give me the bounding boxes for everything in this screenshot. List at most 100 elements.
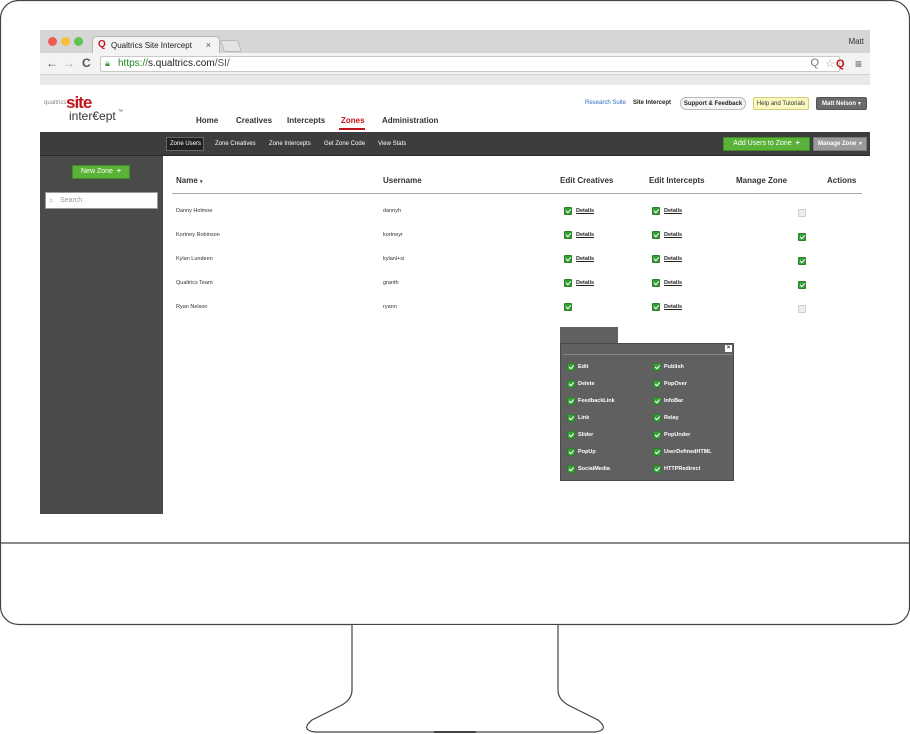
forward-icon[interactable]: → [63,57,75,69]
nav-intercepts[interactable]: Intercepts [287,116,325,125]
manage-zone-checkbox[interactable] [798,209,806,217]
browser-menu-icon[interactable]: ≡ [855,57,862,71]
permission-label: Delete [578,381,595,387]
edit-intercepts-details-link[interactable]: Details [664,280,682,286]
url-path: /SI/ [214,58,230,69]
column-header-name[interactable]: Name ▾ [176,176,203,185]
edit-creatives-details-link[interactable]: Details [576,304,594,310]
nav-administration[interactable]: Administration [382,116,438,125]
sidebar: New Zone + ⌕ Search [40,156,163,514]
browser-user-name[interactable]: Matt [848,37,864,46]
nav-zones[interactable]: Zones [341,116,365,125]
permission-checkbox[interactable] [567,414,575,422]
edit-creatives-checkbox[interactable] [564,255,572,263]
close-tab-icon[interactable]: × [206,40,211,50]
edit-intercepts-details-link[interactable]: Details [664,232,682,238]
edit-intercepts-details-link[interactable]: Details [664,208,682,214]
permission-checkbox[interactable] [567,448,575,456]
manage-zone-checkbox[interactable] [798,305,806,313]
close-window-icon[interactable] [48,37,57,46]
column-header-username[interactable]: Username [383,176,422,185]
edit-creatives-checkbox[interactable] [564,207,572,215]
user-menu-label: Matt Nelson [822,101,857,107]
permission-label: PopOver [664,381,687,387]
header-divider [172,193,862,194]
edit-creatives-details-link[interactable]: Details [576,208,594,214]
edit-intercepts-checkbox[interactable] [652,231,660,239]
qualtrics-favicon-icon: Q [98,39,106,50]
site-intercept-link[interactable]: Site Intercept [633,100,671,106]
column-header-edit-intercepts: Edit Intercepts [649,176,705,185]
plus-icon: + [795,140,800,147]
creative-permissions-popup: × Edit Delete FeedbackLink Link Slider PopUp S… [560,343,734,481]
qualtrics-extension-icon[interactable]: Q [836,58,845,70]
edit-intercepts-checkbox[interactable] [652,279,660,287]
nav-home[interactable]: Home [196,116,218,125]
user-name-cell: Kortney Robinson [176,232,220,238]
permission-checkbox[interactable] [567,431,575,439]
browser-tab-bar: Q Qualtrics Site Intercept × Matt [40,30,870,53]
maximize-window-icon[interactable] [74,37,83,46]
manage-zone-checkbox[interactable] [798,257,806,265]
tab-zone-users[interactable]: Zone Users [170,141,201,147]
username-cell: granth [383,280,399,286]
permission-label: Slider [578,432,594,438]
browser-tab[interactable]: Q Qualtrics Site Intercept × [92,36,220,53]
reload-icon[interactable]: C [82,57,91,69]
permission-checkbox[interactable] [653,431,661,439]
help-tutorials-button[interactable]: Help and Tutorials [753,97,809,110]
permission-checkbox[interactable] [567,465,575,473]
nav-creatives[interactable]: Creatives [236,116,272,125]
manage-zone-checkbox[interactable] [798,281,806,289]
edit-intercepts-details-link[interactable]: Details [664,256,682,262]
edit-intercepts-checkbox[interactable] [652,255,660,263]
edit-intercepts-checkbox[interactable] [652,207,660,215]
tab-zone-creatives[interactable]: Zone Creatives [215,141,256,147]
zone-users-table: Name ▾ Username Edit Creatives Edit Inte… [163,156,870,514]
bookmark-star-icon[interactable]: ☆ [825,57,835,70]
edit-creatives-details-link[interactable]: Details [576,256,594,262]
browser-toolbar: ← → C 🔒︎ https://s.qualtrics.com/SI/ Q ☆… [40,53,870,75]
back-icon[interactable]: ← [46,57,58,69]
permission-label: InfoBar [664,398,684,404]
close-popup-icon[interactable]: × [725,345,732,352]
site-intercept-logo[interactable]: qualtrics site inter€ept ™ [44,93,124,125]
permission-checkbox[interactable] [653,380,661,388]
manage-zone-button[interactable]: Manage Zone ▼ [813,137,867,151]
zone-search-input[interactable]: ⌕ Search [45,192,158,209]
edit-creatives-details-link[interactable]: Details [576,232,594,238]
username-cell: kylanl+si [383,256,405,262]
add-users-to-zone-button[interactable]: Add Users to Zone + [723,137,810,151]
minimize-window-icon[interactable] [61,37,70,46]
permission-checkbox[interactable] [653,448,661,456]
research-suite-link[interactable]: Research Suite [585,100,626,106]
tab-title: Qualtrics Site Intercept [111,41,192,50]
permission-checkbox[interactable] [653,397,661,405]
permission-checkbox[interactable] [567,363,575,371]
chevron-down-icon: ▼ [858,141,863,147]
permission-checkbox[interactable] [653,414,661,422]
manage-zone-checkbox[interactable] [798,233,806,241]
support-feedback-button[interactable]: Support & Feedback [680,97,746,110]
tab-view-stats[interactable]: View Stats [378,141,406,147]
url-host: s.qualtrics.com [148,58,215,69]
edit-creatives-checkbox[interactable] [564,231,572,239]
tab-zone-intercepts[interactable]: Zone Intercepts [269,141,311,147]
permission-checkbox[interactable] [653,465,661,473]
user-menu-button[interactable]: Matt Nelson ▼ [816,97,867,110]
address-bar[interactable]: 🔒︎ https://s.qualtrics.com/SI/ Q ☆ [100,56,840,72]
edit-intercepts-checkbox[interactable] [652,303,660,311]
permission-checkbox[interactable] [567,397,575,405]
edit-creatives-details-link[interactable]: Details [576,280,594,286]
column-header-manage-zone: Manage Zone [736,176,788,185]
tab-get-zone-code[interactable]: Get Zone Code [324,141,365,147]
new-zone-button[interactable]: New Zone + [72,165,130,179]
zoom-icon[interactable]: Q [810,57,819,69]
edit-creatives-checkbox[interactable] [564,279,572,287]
edit-intercepts-details-link[interactable]: Details [664,304,682,310]
edit-creatives-checkbox[interactable] [564,303,572,311]
new-tab-button[interactable] [219,40,243,52]
user-name-cell: Danny Holmoe [176,208,213,214]
permission-checkbox[interactable] [567,380,575,388]
permission-checkbox[interactable] [653,363,661,371]
